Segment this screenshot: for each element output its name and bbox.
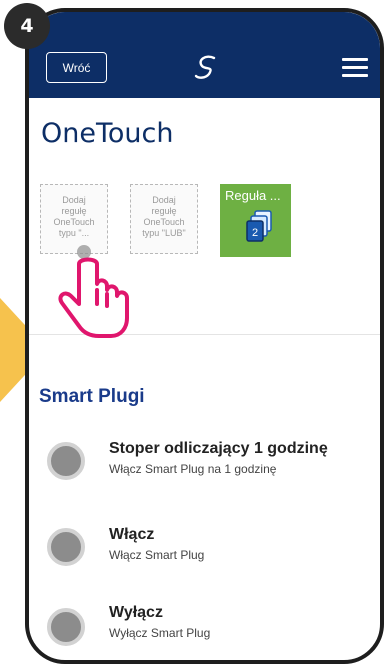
tile-text: regułę — [61, 206, 87, 216]
tile-text: Dodaj — [152, 195, 176, 205]
tile-text: OneTouch — [53, 217, 95, 227]
page-title: OneTouch — [41, 118, 174, 149]
item-subtitle: Wyłącz Smart Plug — [109, 626, 211, 640]
existing-rule-tile[interactable]: Reguła ... 2 — [220, 184, 291, 257]
list-item[interactable]: Wyłącz Wyłącz Smart Plug — [29, 602, 380, 660]
add-onetouch-or-rule-tile[interactable]: Dodaj regułę OneTouch typu "LUB" — [130, 184, 198, 254]
tile-text: typu "... — [58, 228, 90, 238]
tile-text: regułę — [151, 206, 177, 216]
rule-tile-label: Reguła ... — [225, 188, 281, 203]
back-button[interactable]: Wróć — [46, 52, 107, 83]
action-circle-icon — [47, 442, 85, 480]
item-title: Stoper odliczający 1 godzinę — [109, 440, 328, 457]
list-item[interactable]: Włącz Włącz Smart Plug — [29, 524, 380, 584]
item-subtitle: Włącz Smart Plug na 1 godzinę — [109, 462, 277, 476]
stacked-cards-icon: 2 — [246, 210, 272, 242]
action-circle-icon — [47, 608, 85, 646]
tile-text: typu "LUB" — [142, 228, 186, 238]
section-title: Smart Plugi — [39, 386, 145, 407]
tile-text: Dodaj — [62, 195, 86, 205]
item-title: Włącz — [109, 526, 155, 543]
step-number-badge: 4 — [4, 3, 50, 49]
salus-logo-icon — [194, 55, 216, 79]
phone-frame: Wróć OneTouch Dodaj regułę OneTouch typu… — [25, 8, 384, 664]
tile-text: OneTouch — [143, 217, 185, 227]
item-subtitle: Włącz Smart Plug — [109, 548, 205, 562]
hamburger-menu-icon[interactable] — [342, 58, 368, 78]
top-bar: Wróć — [29, 12, 380, 98]
item-title: Wyłącz — [109, 604, 163, 621]
hand-pointer-icon — [58, 245, 129, 338]
list-item[interactable]: Stoper odliczający 1 godzinę Włącz Smart… — [29, 436, 380, 496]
action-circle-icon — [47, 528, 85, 566]
rule-badge-number: 2 — [252, 227, 258, 239]
